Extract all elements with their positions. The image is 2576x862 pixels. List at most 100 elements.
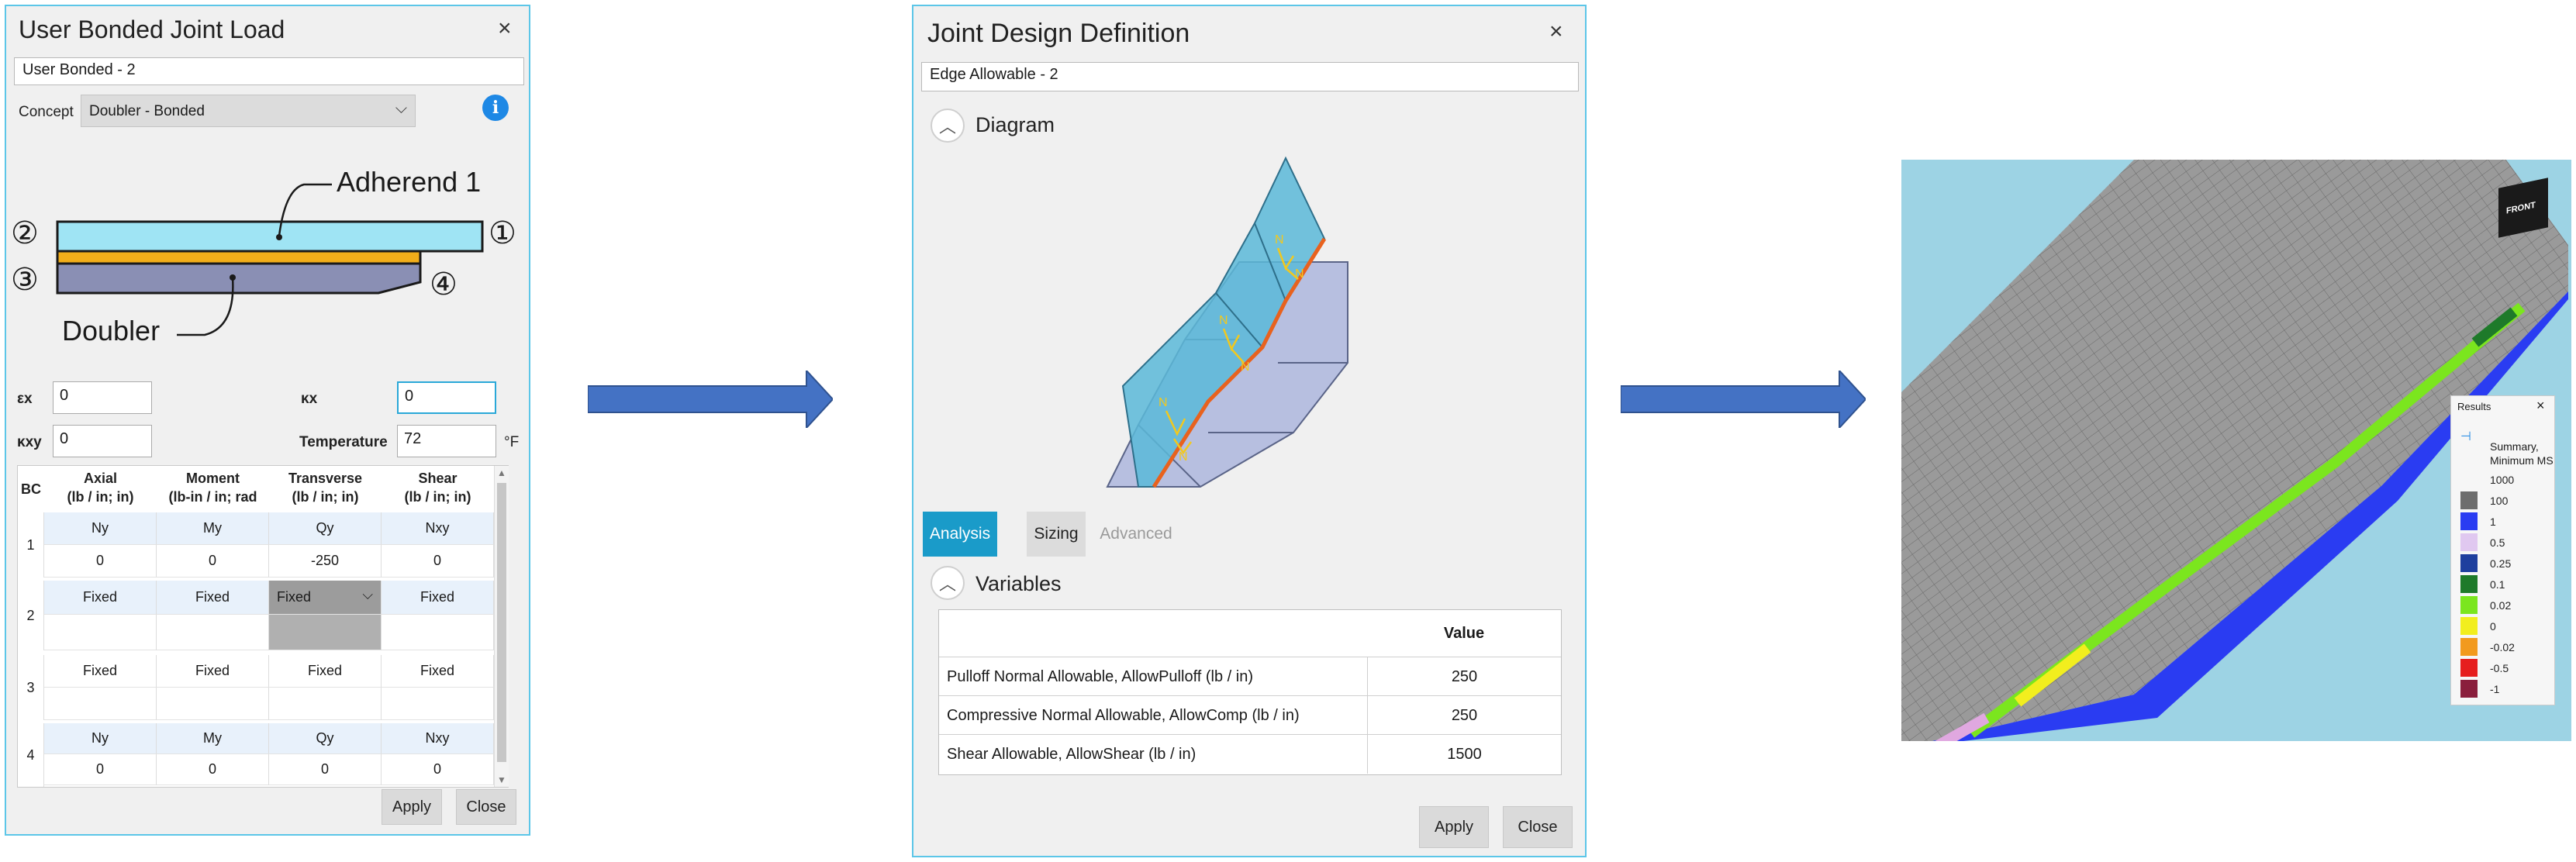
ex-label: εx xyxy=(17,391,33,407)
row4-shear-type[interactable]: Nxy xyxy=(382,723,494,754)
row1-moment-value[interactable]: 0 xyxy=(157,545,269,578)
kx-field[interactable]: 0 xyxy=(397,381,496,414)
scroll-thumb[interactable] xyxy=(497,483,506,762)
col-unit: (lb / in; in) xyxy=(292,489,359,505)
legend-swatch xyxy=(2460,512,2478,530)
row3-moment-value[interactable] xyxy=(157,688,269,720)
col-unit: (lb / in; in) xyxy=(67,489,134,505)
variable-value[interactable]: 250 xyxy=(1367,696,1561,735)
legend-label: 0.25 xyxy=(2490,557,2512,570)
legend-label: 1000 xyxy=(2490,474,2515,486)
col-name: Shear xyxy=(418,471,458,486)
row4-transverse-type[interactable]: Qy xyxy=(269,723,382,754)
row2-shear-value[interactable] xyxy=(382,615,494,650)
tab-analysis[interactable]: Analysis xyxy=(923,512,997,557)
row-number: 2 xyxy=(18,581,44,650)
row3-axial-type[interactable]: Fixed xyxy=(44,655,157,688)
scroll-up-icon[interactable]: ▲ xyxy=(497,467,506,478)
table-scrollbar[interactable]: ▲ ▼ xyxy=(494,466,509,787)
row2-transverse-dropdown[interactable]: Fixed ⌵ xyxy=(269,581,382,615)
close-icon[interactable]: × xyxy=(2536,398,2545,414)
row1-axial-value[interactable]: 0 xyxy=(44,545,157,578)
tab-advanced[interactable]: Advanced xyxy=(1093,512,1179,557)
row1-shear-value[interactable]: 0 xyxy=(382,545,494,578)
row1-transverse-type[interactable]: Qy xyxy=(269,512,382,545)
load-name-field[interactable]: User Bonded - 2 xyxy=(14,57,524,85)
row1-transverse-value[interactable]: -250 xyxy=(269,545,382,578)
svg-text:N: N xyxy=(1179,450,1188,464)
variables-section-title: Variables xyxy=(975,572,1062,595)
col-header-shear: Shear (lb / in; in) xyxy=(382,469,494,506)
row2-shear-type[interactable]: Fixed xyxy=(382,581,494,615)
col-name: Transverse xyxy=(288,471,363,486)
info-icon[interactable]: i xyxy=(482,95,509,121)
variable-value[interactable]: 250 xyxy=(1367,657,1561,696)
ex-field[interactable]: 0 xyxy=(53,381,152,414)
legend-swatch xyxy=(2460,491,2478,509)
close-icon[interactable]: × xyxy=(1549,20,1563,43)
legend-swatch xyxy=(2460,554,2478,572)
apply-button[interactable]: Apply xyxy=(382,789,442,825)
legend-swatch xyxy=(2460,575,2478,593)
row2-axial-value[interactable] xyxy=(44,615,157,650)
apply-button[interactable]: Apply xyxy=(1419,806,1489,848)
row3-transverse-value[interactable] xyxy=(269,688,382,720)
design-name-field[interactable]: Edge Allowable - 2 xyxy=(921,62,1579,91)
row2-moment-value[interactable] xyxy=(157,615,269,650)
table-row: Compressive Normal Allowable, AllowComp … xyxy=(939,695,1561,735)
user-bonded-joint-load-dialog: User Bonded Joint Load × User Bonded - 2… xyxy=(5,5,530,836)
concept-dropdown[interactable]: Doubler - Bonded ⌵ xyxy=(81,95,416,127)
collapse-diagram-icon[interactable]: ︿ xyxy=(931,109,965,143)
temperature-label: Temperature xyxy=(299,434,388,450)
kx-label: κx xyxy=(301,391,318,407)
kxy-field[interactable]: 0 xyxy=(53,425,152,457)
joint-design-definition-dialog: Joint Design Definition × Edge Allowable… xyxy=(912,5,1587,857)
chevron-down-icon: ⌵ xyxy=(395,100,407,117)
close-button[interactable]: Close xyxy=(1503,806,1573,848)
variable-name: Shear Allowable, AllowShear (lb / in) xyxy=(947,745,1196,763)
row4-shear-value[interactable]: 0 xyxy=(382,754,494,785)
row1-moment-type[interactable]: My xyxy=(157,512,269,545)
svg-text:N: N xyxy=(1241,360,1250,374)
row4-moment-value[interactable]: 0 xyxy=(157,754,269,785)
row3-transverse-type[interactable]: Fixed xyxy=(269,655,382,688)
tab-sizing[interactable]: Sizing xyxy=(1027,512,1086,557)
row4-axial-type[interactable]: Ny xyxy=(44,723,157,754)
right-arrow-icon xyxy=(588,371,833,428)
row4-moment-type[interactable]: My xyxy=(157,723,269,754)
legend-label: -0.02 xyxy=(2490,641,2515,653)
view-cube-label: FRONT xyxy=(2506,200,2536,216)
marker-4: ④ xyxy=(430,267,458,302)
collapse-variables-icon[interactable]: ︿ xyxy=(931,566,965,600)
legend-label: 0 xyxy=(2490,620,2496,633)
variable-value[interactable]: 1500 xyxy=(1367,735,1561,774)
scroll-down-icon[interactable]: ▼ xyxy=(497,774,506,785)
legend-label: -1 xyxy=(2490,683,2500,695)
row4-axial-value[interactable]: 0 xyxy=(44,754,157,785)
svg-text:N: N xyxy=(1159,396,1168,409)
row2-axial-type[interactable]: Fixed xyxy=(44,581,157,615)
dialog-title: Joint Design Definition xyxy=(927,19,1190,48)
row3-axial-value[interactable] xyxy=(44,688,157,720)
marker-1: ① xyxy=(489,216,516,250)
legend-swatch xyxy=(2460,533,2478,551)
row2-moment-type[interactable]: Fixed xyxy=(157,581,269,615)
doubler-label: Doubler xyxy=(62,315,161,347)
close-icon[interactable]: × xyxy=(498,17,512,40)
marker-2: ② xyxy=(11,216,39,250)
view-cube[interactable]: FRONT xyxy=(2498,178,2548,238)
row1-axial-type[interactable]: Ny xyxy=(44,512,157,545)
legend-label: -0.5 xyxy=(2490,662,2509,674)
row3-shear-type[interactable]: Fixed xyxy=(382,655,494,688)
variables-table: Value Pulloff Normal Allowable, AllowPul… xyxy=(938,609,1562,775)
legend-swatch xyxy=(2460,680,2478,698)
row3-moment-type[interactable]: Fixed xyxy=(157,655,269,688)
row3-shear-value[interactable] xyxy=(382,688,494,720)
row4-transverse-value[interactable]: 0 xyxy=(269,754,382,785)
close-button[interactable]: Close xyxy=(456,789,516,825)
temperature-field[interactable]: 72 xyxy=(397,425,496,457)
kxy-label: κxy xyxy=(17,434,42,450)
row-number: 4 xyxy=(18,723,44,787)
pin-icon[interactable]: ⊣ xyxy=(2460,429,2471,444)
row1-shear-type[interactable]: Nxy xyxy=(382,512,494,545)
